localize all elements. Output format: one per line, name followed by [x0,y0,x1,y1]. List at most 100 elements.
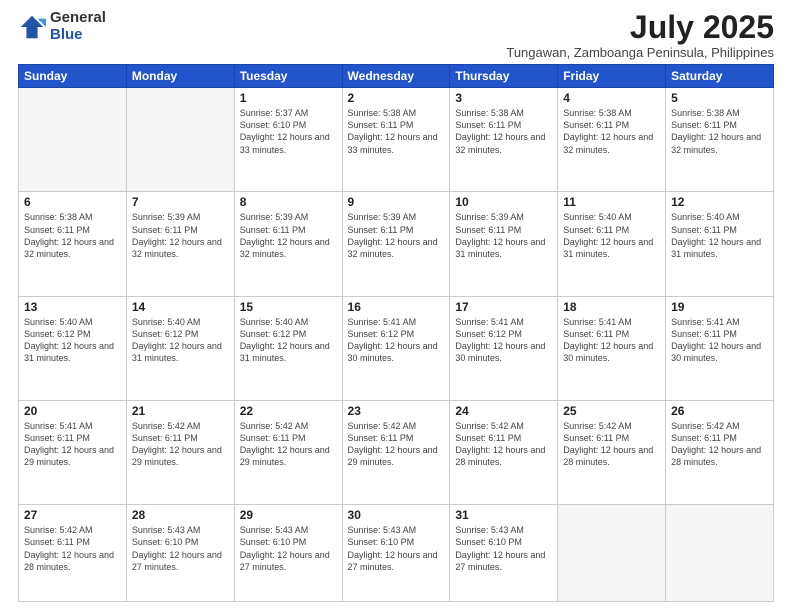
day-number: 20 [24,404,121,418]
day-number: 19 [671,300,768,314]
day-number: 13 [24,300,121,314]
day-info: Sunrise: 5:41 AM Sunset: 6:11 PM Dayligh… [24,420,121,469]
logo-blue: Blue [50,27,106,44]
table-row: 30 Sunrise: 5:43 AM Sunset: 6:10 PM Dayli… [342,505,450,602]
day-info: Sunrise: 5:42 AM Sunset: 6:11 PM Dayligh… [132,420,229,469]
table-row: 27Sunrise: 5:42 AM Sunset: 6:11 PM Dayli… [19,505,127,602]
table-row: 21 Sunrise: 5:42 AM Sunset: 6:11 PM Dayli… [126,401,234,505]
col-friday: Friday [558,65,666,88]
table-row: 6 Sunrise: 5:38 AM Sunset: 6:11 PM Daylig… [19,192,127,296]
table-row: 12 Sunrise: 5:40 AM Sunset: 6:11 PM Dayli… [666,192,774,296]
table-row: 2 Sunrise: 5:38 AM Sunset: 6:11 PM Daylig… [342,88,450,192]
page-header: General Blue July 2025 Tungawan, Zamboan… [18,10,774,60]
day-info: Sunrise: 5:39 AM Sunset: 6:11 PM Dayligh… [240,211,337,260]
day-number: 9 [348,195,445,209]
table-row: 9 Sunrise: 5:39 AM Sunset: 6:11 PM Daylig… [342,192,450,296]
table-row [126,88,234,192]
col-saturday: Saturday [666,65,774,88]
col-sunday: Sunday [19,65,127,88]
table-row: 20 Sunrise: 5:41 AM Sunset: 6:11 PM Dayli… [19,401,127,505]
table-row: 10Sunrise: 5:39 AM Sunset: 6:11 PM Dayli… [450,192,558,296]
table-row: 25 Sunrise: 5:42 AM Sunset: 6:11 PM Dayli… [558,401,666,505]
day-info: Sunrise: 5:38 AM Sunset: 6:11 PM Dayligh… [24,211,121,260]
day-info: Sunrise: 5:41 AM Sunset: 6:12 PM Dayligh… [348,316,445,365]
calendar-header-row: Sunday Monday Tuesday Wednesday Thursday… [19,65,774,88]
day-info: Sunrise: 5:43 AM Sunset: 6:10 PM Dayligh… [132,524,229,573]
day-info: Sunrise: 5:38 AM Sunset: 6:11 PM Dayligh… [348,107,445,156]
day-number: 14 [132,300,229,314]
day-number: 6 [24,195,121,209]
main-title: July 2025 [506,10,774,45]
day-info: Sunrise: 5:39 AM Sunset: 6:11 PM Dayligh… [348,211,445,260]
col-monday: Monday [126,65,234,88]
table-row: 7 Sunrise: 5:39 AM Sunset: 6:11 PM Daylig… [126,192,234,296]
table-row: 8 Sunrise: 5:39 AM Sunset: 6:11 PM Daylig… [234,192,342,296]
day-info: Sunrise: 5:37 AM Sunset: 6:10 PM Dayligh… [240,107,337,156]
table-row: 3 Sunrise: 5:38 AM Sunset: 6:11 PM Daylig… [450,88,558,192]
table-row: 23 Sunrise: 5:42 AM Sunset: 6:11 PM Dayli… [342,401,450,505]
day-info: Sunrise: 5:43 AM Sunset: 6:10 PM Dayligh… [240,524,337,573]
table-row [666,505,774,602]
logo: General Blue [18,10,106,43]
day-info: Sunrise: 5:40 AM Sunset: 6:12 PM Dayligh… [24,316,121,365]
day-number: 17 [455,300,552,314]
day-number: 31 [455,508,552,522]
day-number: 2 [348,91,445,105]
day-info: Sunrise: 5:40 AM Sunset: 6:11 PM Dayligh… [671,211,768,260]
day-number: 16 [348,300,445,314]
table-row: 24 Sunrise: 5:42 AM Sunset: 6:11 PM Dayli… [450,401,558,505]
day-number: 3 [455,91,552,105]
day-number: 15 [240,300,337,314]
day-number: 23 [348,404,445,418]
day-number: 25 [563,404,660,418]
calendar: Sunday Monday Tuesday Wednesday Thursday… [18,64,774,602]
table-row: 15 Sunrise: 5:40 AM Sunset: 6:12 PM Dayli… [234,296,342,400]
day-info: Sunrise: 5:42 AM Sunset: 6:11 PM Dayligh… [671,420,768,469]
day-info: Sunrise: 5:38 AM Sunset: 6:11 PM Dayligh… [671,107,768,156]
day-info: Sunrise: 5:40 AM Sunset: 6:12 PM Dayligh… [240,316,337,365]
day-info: Sunrise: 5:41 AM Sunset: 6:11 PM Dayligh… [563,316,660,365]
day-info: Sunrise: 5:40 AM Sunset: 6:12 PM Dayligh… [132,316,229,365]
day-info: Sunrise: 5:38 AM Sunset: 6:11 PM Dayligh… [563,107,660,156]
day-number: 26 [671,404,768,418]
day-info: Sunrise: 5:41 AM Sunset: 6:12 PM Dayligh… [455,316,552,365]
table-row: 5 Sunrise: 5:38 AM Sunset: 6:11 PM Daylig… [666,88,774,192]
day-number: 11 [563,195,660,209]
table-row: 4Sunrise: 5:38 AM Sunset: 6:11 PM Daylig… [558,88,666,192]
day-number: 7 [132,195,229,209]
day-info: Sunrise: 5:39 AM Sunset: 6:11 PM Dayligh… [132,211,229,260]
table-row: 28 Sunrise: 5:43 AM Sunset: 6:10 PM Dayli… [126,505,234,602]
day-number: 21 [132,404,229,418]
logo-general: General [50,10,106,27]
day-number: 18 [563,300,660,314]
subtitle: Tungawan, Zamboanga Peninsula, Philippin… [506,45,774,60]
table-row: 19 Sunrise: 5:41 AM Sunset: 6:11 PM Dayli… [666,296,774,400]
table-row: 17 Sunrise: 5:41 AM Sunset: 6:12 PM Dayli… [450,296,558,400]
day-number: 28 [132,508,229,522]
day-number: 8 [240,195,337,209]
table-row: 11Sunrise: 5:40 AM Sunset: 6:11 PM Dayli… [558,192,666,296]
day-number: 5 [671,91,768,105]
day-info: Sunrise: 5:38 AM Sunset: 6:11 PM Dayligh… [455,107,552,156]
day-info: Sunrise: 5:43 AM Sunset: 6:10 PM Dayligh… [348,524,445,573]
col-thursday: Thursday [450,65,558,88]
table-row: 16 Sunrise: 5:41 AM Sunset: 6:12 PM Dayli… [342,296,450,400]
day-number: 12 [671,195,768,209]
day-number: 10 [455,195,552,209]
col-wednesday: Wednesday [342,65,450,88]
table-row: 31Sunrise: 5:43 AM Sunset: 6:10 PM Dayli… [450,505,558,602]
day-info: Sunrise: 5:42 AM Sunset: 6:11 PM Dayligh… [348,420,445,469]
day-info: Sunrise: 5:42 AM Sunset: 6:11 PM Dayligh… [455,420,552,469]
day-info: Sunrise: 5:42 AM Sunset: 6:11 PM Dayligh… [240,420,337,469]
table-row: 13 Sunrise: 5:40 AM Sunset: 6:12 PM Dayli… [19,296,127,400]
table-row: 22Sunrise: 5:42 AM Sunset: 6:11 PM Dayli… [234,401,342,505]
day-number: 29 [240,508,337,522]
day-number: 24 [455,404,552,418]
table-row: 18 Sunrise: 5:41 AM Sunset: 6:11 PM Dayli… [558,296,666,400]
day-number: 1 [240,91,337,105]
day-info: Sunrise: 5:41 AM Sunset: 6:11 PM Dayligh… [671,316,768,365]
day-info: Sunrise: 5:42 AM Sunset: 6:11 PM Dayligh… [563,420,660,469]
table-row: 1 Sunrise: 5:37 AM Sunset: 6:10 PM Daylig… [234,88,342,192]
col-tuesday: Tuesday [234,65,342,88]
day-number: 30 [348,508,445,522]
